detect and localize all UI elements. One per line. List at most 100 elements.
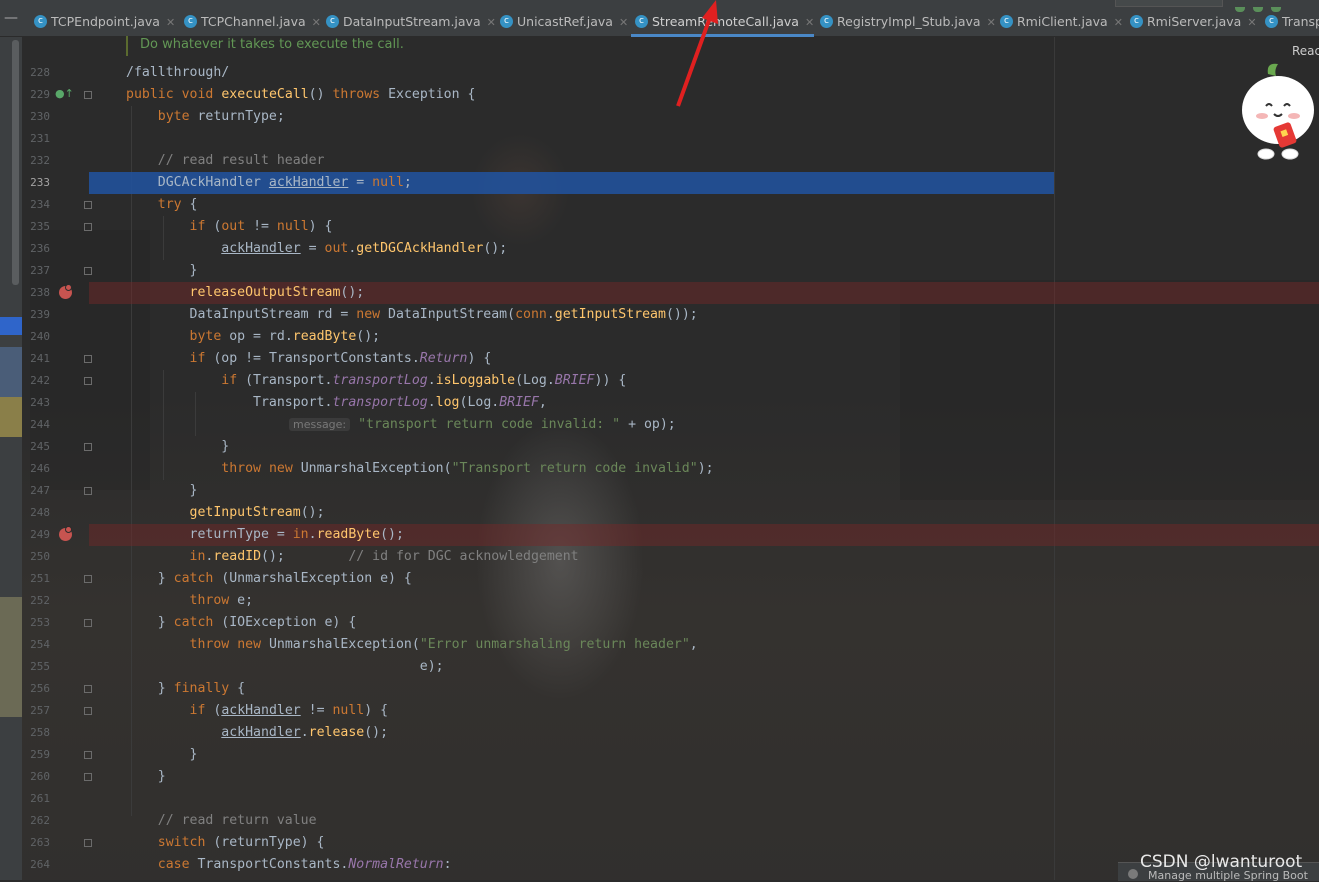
breakpoint-icon[interactable] [59, 526, 72, 541]
code-line[interactable]: in.readID(); // id for DGC acknowledgeme… [89, 546, 1319, 568]
line-number[interactable]: 243 [22, 396, 50, 409]
line-number[interactable]: 253 [22, 616, 50, 629]
code-line[interactable]: throw new UnmarshalException("Transport … [89, 458, 1319, 480]
line-number[interactable]: 251 [22, 572, 50, 585]
close-tab-icon[interactable]: ✕ [987, 16, 996, 29]
code-line[interactable] [89, 788, 1319, 810]
code-line[interactable]: if (op != TransportConstants.Return) { [89, 348, 1319, 370]
tab-registryimpl-stub[interactable]: c RegistryImpl_Stub.java ✕ [816, 10, 996, 34]
line-number[interactable]: 259 [22, 748, 50, 761]
close-tab-icon[interactable]: ✕ [805, 16, 814, 29]
code-line[interactable]: byte returnType; [89, 106, 1319, 128]
line-number[interactable]: 263 [22, 836, 50, 849]
line-number[interactable]: 240 [22, 330, 50, 343]
code-editor[interactable]: /fallthrough/public void executeCall() t… [89, 62, 1319, 880]
line-number[interactable]: 230 [22, 110, 50, 123]
tab-rmiserver[interactable]: c RmiServer.java ✕ [1126, 10, 1257, 34]
code-line[interactable]: // read return value [89, 810, 1319, 832]
close-tab-icon[interactable]: ✕ [487, 16, 496, 29]
code-line[interactable]: } [89, 480, 1319, 502]
line-number[interactable]: 252 [22, 594, 50, 607]
close-tab-icon[interactable]: ✕ [619, 16, 628, 29]
close-tab-icon[interactable]: ✕ [166, 16, 175, 29]
code-line[interactable]: throw new UnmarshalException("Error unma… [89, 634, 1319, 656]
line-number[interactable]: 229 [22, 88, 50, 101]
code-line[interactable]: returnType = in.readByte(); [89, 524, 1319, 546]
line-number[interactable]: 242 [22, 374, 50, 387]
code-line[interactable]: releaseOutputStream(); [89, 282, 1319, 304]
tab-datainputstream[interactable]: c DataInputStream.java ✕ [322, 10, 496, 34]
line-number[interactable]: 264 [22, 858, 50, 871]
line-number[interactable]: 255 [22, 660, 50, 673]
tab-list-menu-icon[interactable]: — [0, 0, 22, 36]
line-number[interactable]: 234 [22, 198, 50, 211]
code-line[interactable]: } [89, 260, 1319, 282]
code-line[interactable]: switch (returnType) { [89, 832, 1319, 854]
code-line[interactable]: public void executeCall() throws Excepti… [89, 84, 1319, 106]
line-number[interactable]: 258 [22, 726, 50, 739]
left-scrollbar[interactable] [12, 40, 19, 285]
code-line[interactable]: } [89, 766, 1319, 788]
tab-tcpendpoint[interactable]: c TCPEndpoint.java ✕ [30, 10, 175, 34]
line-number[interactable]: 262 [22, 814, 50, 827]
close-tab-icon[interactable]: ✕ [312, 16, 321, 29]
line-number[interactable]: 237 [22, 264, 50, 277]
code-line[interactable]: getInputStream(); [89, 502, 1319, 524]
line-number[interactable]: 250 [22, 550, 50, 563]
tab-tcpchannel[interactable]: c TCPChannel.java ✕ [180, 10, 321, 34]
line-number[interactable]: 233 [22, 176, 50, 189]
code-line[interactable]: /fallthrough/ [89, 62, 1319, 84]
line-number[interactable]: 254 [22, 638, 50, 651]
run-configuration-selector[interactable] [1115, 0, 1223, 7]
code-line[interactable]: } catch (UnmarshalException e) { [89, 568, 1319, 590]
close-tab-icon[interactable]: ✕ [1114, 16, 1123, 29]
code-text: if (out != null) { [189, 219, 333, 234]
line-number[interactable]: 244 [22, 418, 50, 431]
implements-method-icon[interactable]: ●↑ [55, 87, 74, 100]
code-line[interactable]: } finally { [89, 678, 1319, 700]
line-number[interactable]: 256 [22, 682, 50, 695]
line-number[interactable]: 236 [22, 242, 50, 255]
code-line[interactable]: } [89, 436, 1319, 458]
reader-mode-label[interactable]: Reac [1292, 44, 1319, 58]
code-line[interactable]: throw e; [89, 590, 1319, 612]
code-line[interactable]: ackHandler = out.getDGCAckHandler(); [89, 238, 1319, 260]
tab-rmiclient[interactable]: c RmiClient.java ✕ [996, 10, 1123, 34]
line-number[interactable]: 249 [22, 528, 50, 541]
breakpoint-icon[interactable] [59, 284, 72, 299]
line-number[interactable]: 246 [22, 462, 50, 475]
code-line[interactable] [89, 128, 1319, 150]
code-line[interactable]: if (out != null) { [89, 216, 1319, 238]
line-number[interactable]: 232 [22, 154, 50, 167]
code-line[interactable]: if (Transport.transportLog.isLoggable(Lo… [89, 370, 1319, 392]
code-line[interactable]: byte op = rd.readByte(); [89, 326, 1319, 348]
tab-unicastref[interactable]: c UnicastRef.java ✕ [496, 10, 628, 34]
code-line[interactable]: e); [89, 656, 1319, 678]
code-line[interactable]: ackHandler.release(); [89, 722, 1319, 744]
line-number[interactable]: 239 [22, 308, 50, 321]
close-tab-icon[interactable]: ✕ [1247, 16, 1256, 29]
tab-transport[interactable]: c Transp [1261, 10, 1319, 34]
line-number[interactable]: 257 [22, 704, 50, 717]
code-line[interactable]: message: "transport return code invalid:… [89, 414, 1319, 436]
code-line[interactable]: DataInputStream rd = new DataInputStream… [89, 304, 1319, 326]
line-number[interactable]: 238 [22, 286, 50, 299]
line-number[interactable]: 261 [22, 792, 50, 805]
line-number[interactable]: 247 [22, 484, 50, 497]
line-number[interactable]: 245 [22, 440, 50, 453]
code-line[interactable]: Transport.transportLog.log(Log.BRIEF, [89, 392, 1319, 414]
line-number[interactable]: 228 [22, 66, 50, 79]
tab-streamremotecall[interactable]: c StreamRemoteCall.java ✕ [631, 10, 815, 37]
code-line[interactable]: DGCAckHandler ackHandler = null; [89, 172, 1054, 194]
line-number[interactable]: 260 [22, 770, 50, 783]
code-line[interactable]: // read result header [89, 150, 1319, 172]
line-number[interactable]: 231 [22, 132, 50, 145]
line-number[interactable]: 241 [22, 352, 50, 365]
code-line[interactable]: } catch (IOException e) { [89, 612, 1319, 634]
code-line[interactable]: } [89, 744, 1319, 766]
tab-label: RmiServer.java [1147, 14, 1242, 29]
line-number[interactable]: 235 [22, 220, 50, 233]
line-number[interactable]: 248 [22, 506, 50, 519]
code-line[interactable]: try { [89, 194, 1319, 216]
code-line[interactable]: if (ackHandler != null) { [89, 700, 1319, 722]
